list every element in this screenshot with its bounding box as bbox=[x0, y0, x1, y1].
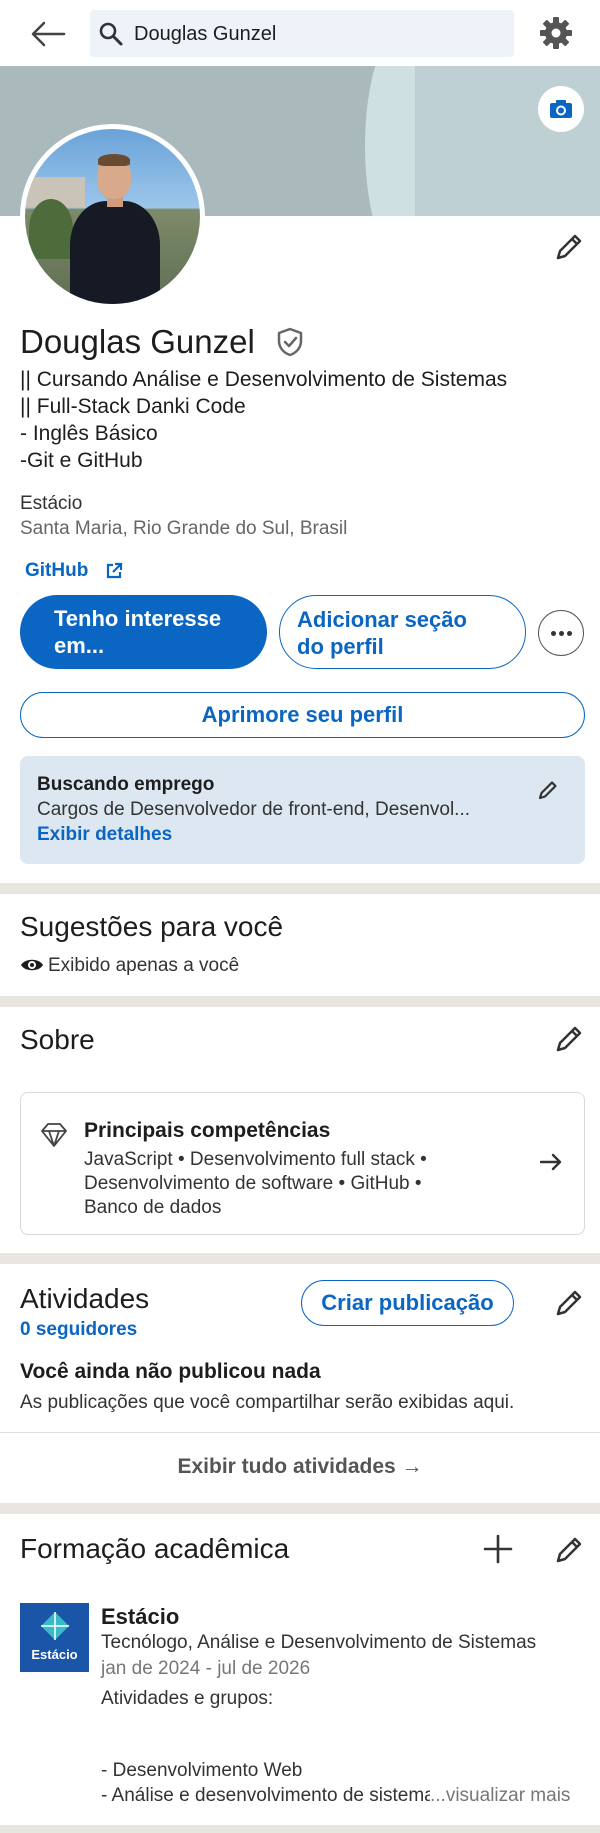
show-details-link[interactable]: Exibir detalhes bbox=[37, 824, 172, 846]
education-school[interactable]: Estácio bbox=[101, 1604, 179, 1630]
plus-icon[interactable] bbox=[482, 1533, 514, 1565]
section-divider bbox=[0, 1825, 600, 1833]
suggestions-visibility: Exibido apenas a você bbox=[48, 955, 240, 976]
top-bar: Douglas Gunzel bbox=[0, 0, 600, 66]
open-to-label: em... bbox=[54, 633, 105, 658]
see-more-link[interactable]: ...visualizar mais bbox=[430, 1785, 571, 1807]
create-post-button[interactable]: Criar publicação bbox=[301, 1280, 514, 1326]
diamond-logo-icon bbox=[41, 1612, 69, 1640]
edit-education-pencil-icon[interactable] bbox=[552, 1533, 586, 1567]
arrow-right-icon[interactable] bbox=[538, 1149, 564, 1175]
section-divider bbox=[0, 883, 600, 894]
headline-line: - Inglês Básico bbox=[20, 422, 158, 445]
open-to-label: Tenho interesse bbox=[54, 606, 222, 631]
followers-count[interactable]: 0 seguidores bbox=[20, 1319, 137, 1341]
section-divider bbox=[0, 1503, 600, 1514]
top-skills-card[interactable]: Principais competências JavaScript • Des… bbox=[20, 1092, 585, 1235]
edit-activity-pencil-icon[interactable] bbox=[552, 1286, 586, 1320]
skills-line: JavaScript • Desenvolvimento full stack … bbox=[84, 1149, 427, 1170]
search-input[interactable]: Douglas Gunzel bbox=[90, 10, 514, 57]
show-all-activity-link[interactable]: Exibir tudo atividades → bbox=[0, 1455, 600, 1479]
open-to-work-title: Buscando emprego bbox=[37, 774, 215, 795]
improve-profile-button[interactable]: Aprimore seu perfil bbox=[20, 692, 585, 738]
top-skills-title: Principais competências bbox=[84, 1119, 331, 1142]
skills-line: Desenvolvimento de software • GitHub • bbox=[84, 1173, 422, 1194]
open-to-work-roles: Cargos de Desenvolvedor de front-end, De… bbox=[37, 799, 471, 820]
about-title: Sobre bbox=[20, 1024, 95, 1055]
add-section-label: Adicionar seção bbox=[297, 607, 467, 632]
external-link-icon[interactable] bbox=[104, 561, 124, 581]
profile-location: Santa Maria, Rio Grande do Sul, Brasil bbox=[20, 518, 348, 539]
headline-line: || Cursando Análise e Desenvolvimento de… bbox=[20, 368, 508, 391]
no-posts-subtitle: As publicações que você compartilhar ser… bbox=[20, 1392, 515, 1413]
open-to-button[interactable]: Tenho interesse em... bbox=[20, 595, 267, 669]
activity-title: Atividades bbox=[20, 1283, 150, 1314]
gear-icon[interactable] bbox=[537, 14, 575, 52]
add-profile-section-button[interactable]: Adicionar seção do perfil bbox=[279, 595, 526, 669]
shield-check-icon[interactable] bbox=[275, 326, 305, 358]
avatar[interactable] bbox=[20, 124, 205, 309]
section-divider bbox=[0, 996, 600, 1007]
add-section-label: do perfil bbox=[297, 634, 384, 659]
profile-name: Douglas Gunzel bbox=[20, 323, 255, 360]
education-dates: jan de 2024 - jul de 2026 bbox=[101, 1658, 311, 1679]
search-icon bbox=[99, 22, 123, 46]
divider-line bbox=[0, 1432, 600, 1433]
open-to-work-card[interactable]: Buscando emprego Cargos de Desenvolvedor… bbox=[20, 756, 585, 864]
school-logo-text: Estácio bbox=[31, 1647, 78, 1662]
edit-intro-pencil-icon[interactable] bbox=[552, 230, 586, 264]
skills-line: Banco de dados bbox=[84, 1197, 222, 1218]
no-posts-title: Você ainda não publicou nada bbox=[20, 1360, 321, 1383]
pencil-icon[interactable] bbox=[536, 778, 560, 802]
back-arrow-icon[interactable] bbox=[28, 14, 68, 54]
section-divider bbox=[0, 1253, 600, 1264]
more-dots-icon[interactable] bbox=[538, 610, 584, 656]
school-logo[interactable]: Estácio bbox=[20, 1603, 89, 1672]
edit-about-pencil-icon[interactable] bbox=[552, 1022, 586, 1056]
camera-icon bbox=[550, 100, 572, 118]
suggestions-title: Sugestões para você bbox=[20, 911, 284, 942]
edit-cover-button[interactable] bbox=[538, 86, 584, 132]
github-link[interactable]: GitHub bbox=[25, 560, 88, 582]
eye-icon bbox=[21, 959, 43, 971]
profile-photo bbox=[25, 129, 200, 304]
education-activity-line: - Análise e desenvolvimento de sistemas bbox=[101, 1785, 431, 1806]
profile-headline: || Cursando Análise e Desenvolvimento de… bbox=[20, 366, 507, 474]
search-value: Douglas Gunzel bbox=[134, 23, 277, 45]
headline-line: || Full-Stack Danki Code bbox=[20, 395, 246, 418]
education-activities-label: Atividades e grupos: bbox=[101, 1688, 274, 1709]
education-activity-line: - Desenvolvimento Web bbox=[101, 1760, 303, 1781]
education-title: Formação acadêmica bbox=[20, 1533, 290, 1564]
education-degree: Tecnólogo, Análise e Desenvolvimento de … bbox=[101, 1632, 537, 1653]
headline-line: -Git e GitHub bbox=[20, 449, 143, 472]
profile-school[interactable]: Estácio bbox=[20, 493, 82, 515]
diamond-icon bbox=[41, 1123, 67, 1147]
